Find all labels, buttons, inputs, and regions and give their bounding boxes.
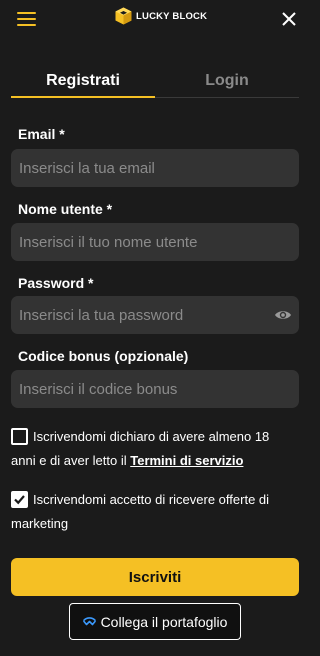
- tab-login[interactable]: Login: [155, 68, 299, 98]
- terms-text-line1: Iscrivendomi dichiaro di avere almeno 18: [33, 429, 270, 444]
- bonus-code-field[interactable]: [11, 370, 299, 408]
- username-label: Nome utente *: [18, 201, 113, 217]
- auth-tabs: Registrati Login: [11, 68, 299, 98]
- username-field-wrapper: [11, 223, 299, 261]
- terms-consent-text: Iscrivendomi dichiaro di avere almeno 18…: [11, 425, 299, 473]
- password-field[interactable]: [11, 296, 299, 334]
- email-field[interactable]: [11, 149, 299, 187]
- terms-of-service-link[interactable]: Termini di servizio: [130, 453, 243, 468]
- email-label: Email *: [18, 126, 65, 142]
- username-field[interactable]: [11, 223, 299, 261]
- password-field-wrapper: [11, 296, 299, 334]
- brand-logo[interactable]: LUCKY BLOCK: [115, 7, 207, 25]
- close-icon[interactable]: [280, 10, 298, 28]
- marketing-text-line2: marketing: [11, 516, 69, 531]
- connect-wallet-label: Collega il portafoglio: [100, 613, 228, 630]
- terms-text-line2: anni e di aver letto il: [11, 453, 131, 468]
- top-bar: LUCKY BLOCK: [0, 0, 309, 38]
- wallet-connect-icon: [82, 617, 96, 626]
- hamburger-menu-icon[interactable]: [17, 12, 36, 26]
- register-submit-button[interactable]: Iscriviti: [11, 558, 299, 596]
- eye-icon[interactable]: [274, 307, 292, 323]
- password-label: Password *: [18, 275, 94, 291]
- marketing-text-line1: Iscrivendomi accetto di ricevere offerte…: [33, 492, 270, 507]
- lucky-block-cube-icon: [115, 7, 132, 25]
- marketing-consent-text: Iscrivendomi accetto di ricevere offerte…: [11, 488, 299, 536]
- brand-name: LUCKY BLOCK: [136, 10, 208, 22]
- bonus-code-label: Codice bonus (opzionale): [18, 348, 189, 364]
- tab-registrati[interactable]: Registrati: [11, 68, 155, 98]
- connect-wallet-button[interactable]: Collega il portafoglio: [69, 603, 241, 640]
- bonus-code-field-wrapper: [11, 370, 299, 408]
- email-field-wrapper: [11, 149, 299, 187]
